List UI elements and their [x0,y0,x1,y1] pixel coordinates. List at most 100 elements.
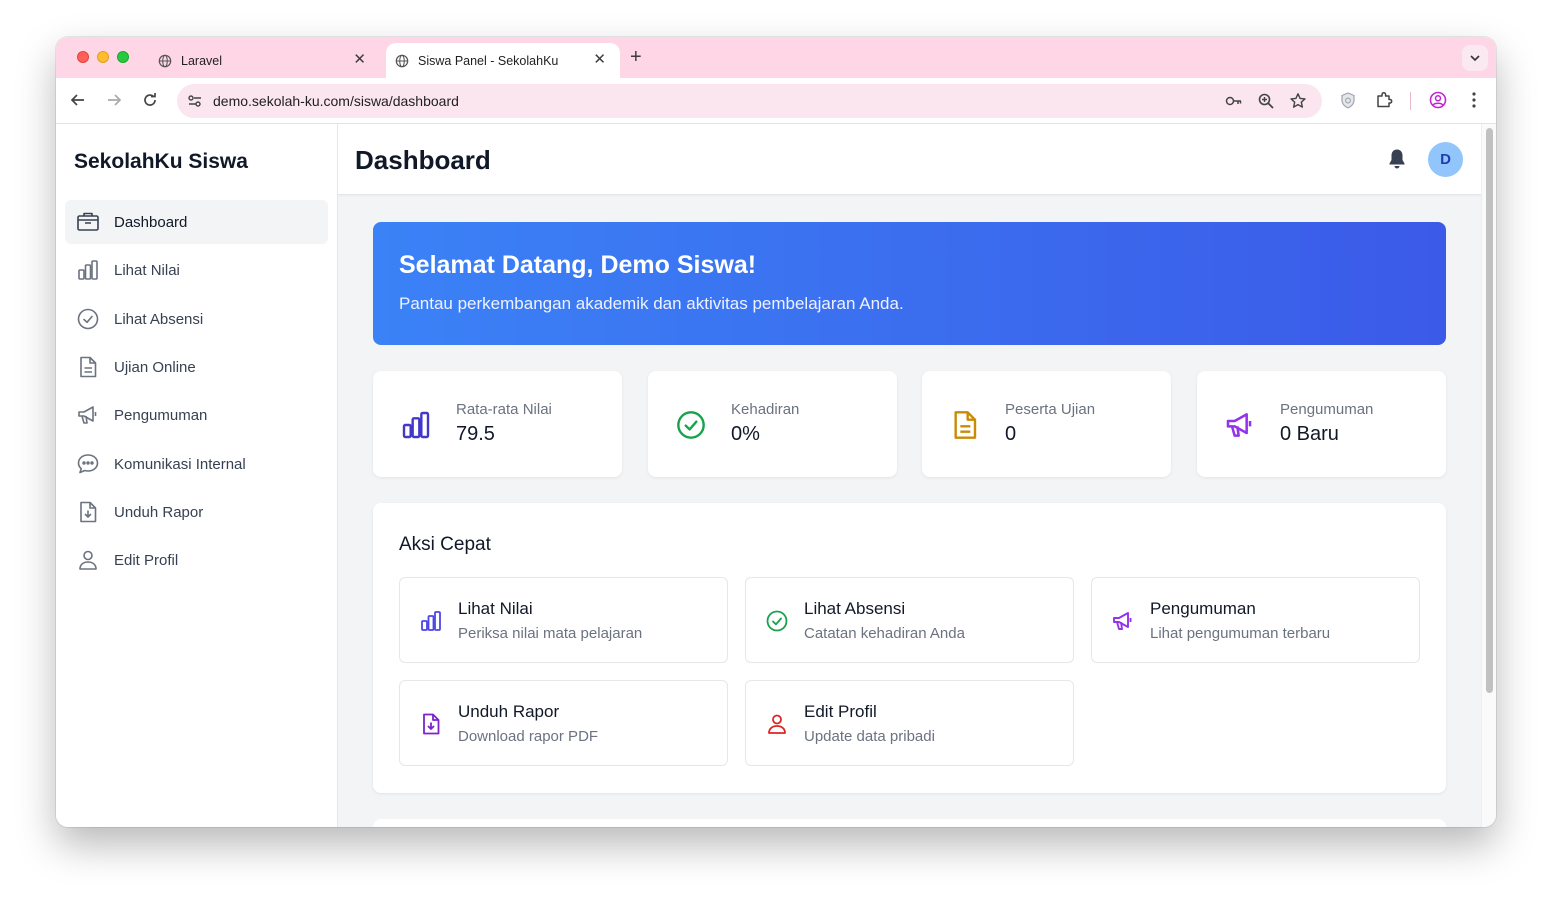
stat-value: 79.5 [456,423,495,445]
next-section-card [373,819,1446,827]
page-header: Dashboard D [338,124,1481,195]
check-circle-icon [764,608,790,634]
zoom-icon[interactable] [1257,92,1275,110]
stat-label: Rata-rata Nilai [456,401,552,418]
sidebar-item-dashboard[interactable]: Dashboard [65,200,328,244]
scrollbar-thumb[interactable] [1486,128,1493,693]
main-content: Dashboard D Selamat Datang, Demo Siswa! … [338,124,1481,827]
stat-label: Peserta Ujian [1005,401,1096,418]
profile-icon[interactable] [1428,90,1448,110]
address-bar[interactable]: demo.sekolah-ku.com/siswa/dashboard [177,84,1322,118]
browser-window: Laravel ✕ Siswa Panel - SekolahKu ✕ + de… [56,37,1496,827]
key-icon[interactable] [1225,92,1243,110]
close-tab-icon[interactable]: ✕ [593,52,606,68]
sidebar-item-edit-profil[interactable]: Edit Profil [65,538,328,582]
browser-toolbar: demo.sekolah-ku.com/siswa/dashboard [56,78,1496,124]
stat-label: Kehadiran [731,401,800,418]
shield-extension-icon[interactable] [1338,90,1358,110]
sidebar-item-komunikasi-internal[interactable]: Komunikasi Internal [65,442,328,486]
bell-icon[interactable] [1385,147,1409,171]
quick-action-title: Lihat Absensi [804,599,906,618]
check-circle-icon [674,408,708,442]
sidebar-item-lihat-absensi[interactable]: Lihat Absensi [65,297,328,341]
chevron-down-icon [1470,55,1480,62]
chart-bar-icon [418,608,444,634]
welcome-title: Selamat Datang, Demo Siswa! [399,251,757,279]
quick-action-subtitle: Lihat pengumuman terbaru [1150,625,1331,642]
welcome-subtitle: Pantau perkembangan akademik dan aktivit… [399,294,904,313]
avatar[interactable]: D [1428,142,1463,177]
document-download-icon [418,711,444,737]
quick-action-title: Edit Profil [804,702,877,721]
site-settings-icon [188,95,201,107]
arrow-left-icon [70,94,84,106]
sidebar-item-lihat-nilai[interactable]: Lihat Nilai [65,248,328,292]
quick-action-title: Pengumuman [1150,599,1256,618]
tab-strip: Laravel ✕ Siswa Panel - SekolahKu ✕ + [56,37,1496,78]
sidebar-item-ujian-online[interactable]: Ujian Online [65,345,328,389]
quick-action-title: Unduh Rapor [458,702,560,721]
megaphone-icon [76,403,100,427]
user-icon [764,711,790,737]
quick-action-subtitle: Download rapor PDF [458,728,599,745]
stat-value: 0 Baru [1280,423,1339,445]
quick-action-lihat-absensi[interactable]: Lihat Absensi Catatan kehadiran Anda [745,577,1074,663]
quick-actions-panel: Aksi Cepat Lihat Nilai Periksa nilai mat… [373,503,1446,793]
check-circle-icon [76,307,100,331]
sidebar-item-label: Dashboard [114,213,188,231]
new-tab-button[interactable]: + [630,46,642,68]
minimize-window-button[interactable] [97,51,109,63]
quick-action-pengumuman[interactable]: Pengumuman Lihat pengumuman terbaru [1091,577,1420,663]
arrow-right-icon [108,94,122,106]
extensions-icon[interactable] [1374,90,1394,110]
stat-value: 0 [1005,423,1017,445]
page-title: Dashboard [355,145,491,175]
browser-tab-laravel[interactable]: Laravel ✕ [148,43,380,78]
quick-action-subtitle: Catatan kehadiran Anda [804,625,965,642]
sidebar-item-label: Pengumuman [114,406,208,424]
quick-action-edit-profil[interactable]: Edit Profil Update data pribadi [745,680,1074,766]
forward-button[interactable] [104,90,124,110]
sidebar-item-pengumuman[interactable]: Pengumuman [65,393,328,437]
stat-card-rata-rata-nilai: Rata-rata Nilai 79.5 [373,371,622,477]
dashboard-icon [76,210,100,234]
sidebar-item-label: Lihat Nilai [114,261,180,279]
user-icon [76,548,100,572]
bookmark-star-icon[interactable] [1289,92,1307,110]
sidebar: SekolahKu Siswa Dashboard Lihat Nilai Li… [56,124,338,827]
welcome-banner: Selamat Datang, Demo Siswa! Pantau perke… [373,222,1446,345]
maximize-window-button[interactable] [117,51,129,63]
quick-action-subtitle: Update data pribadi [804,728,935,745]
sidebar-item-unduh-rapor[interactable]: Unduh Rapor [65,490,328,534]
chart-bar-icon [76,258,100,282]
quick-action-lihat-nilai[interactable]: Lihat Nilai Periksa nilai mata pelajaran [399,577,728,663]
browser-menu-icon[interactable] [1464,90,1484,110]
quick-action-title: Lihat Nilai [458,599,533,618]
url-text: demo.sekolah-ku.com/siswa/dashboard [213,93,459,109]
sidebar-item-label: Lihat Absensi [114,310,204,328]
tab-search-button[interactable] [1462,45,1488,71]
page-scrollbar[interactable] [1481,124,1496,827]
sidebar-item-label: Ujian Online [114,358,196,376]
document-download-icon [76,500,100,524]
quick-actions-title: Aksi Cepat [399,534,491,555]
document-icon [948,408,982,442]
quick-action-unduh-rapor[interactable]: Unduh Rapor Download rapor PDF [399,680,728,766]
brand-title: SekolahKu Siswa [74,150,248,173]
back-button[interactable] [68,90,88,110]
close-tab-icon[interactable]: ✕ [353,52,366,68]
sidebar-item-label: Komunikasi Internal [114,455,246,473]
sidebar-item-label: Unduh Rapor [114,503,204,521]
globe-icon [395,54,409,67]
chat-bubble-icon [76,452,100,476]
reload-icon [144,93,156,106]
stat-value: 0% [731,423,760,445]
tab-title: Siswa Panel - SekolahKu [418,53,559,68]
chart-bar-icon [399,408,433,442]
megaphone-icon [1110,608,1136,634]
close-window-button[interactable] [77,51,89,63]
reload-button[interactable] [140,90,160,110]
stat-card-peserta-ujian: Peserta Ujian 0 [922,371,1171,477]
tab-title: Laravel [181,53,222,68]
browser-tab-siswa-panel[interactable]: Siswa Panel - SekolahKu ✕ [386,43,620,78]
